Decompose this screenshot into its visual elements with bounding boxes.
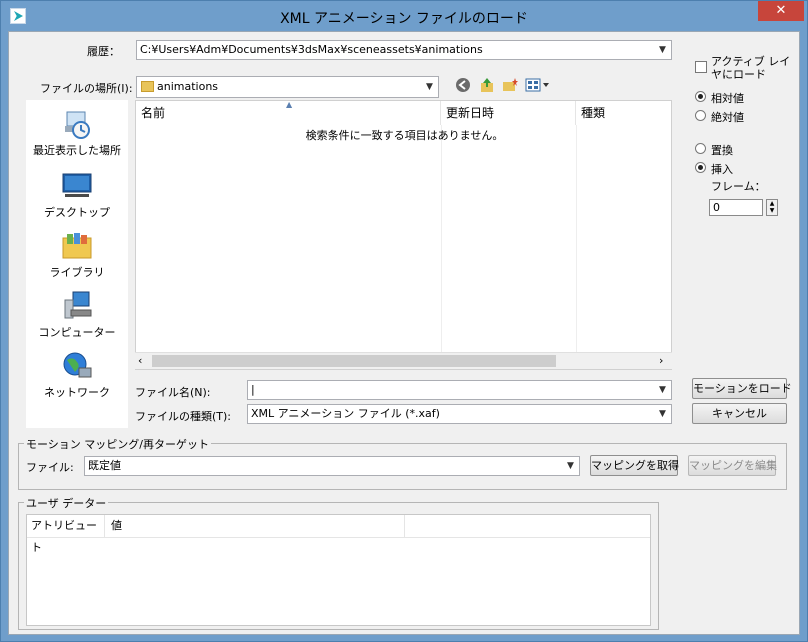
column-type[interactable]: 種類	[576, 101, 673, 125]
userdata-list[interactable]: アトリビュート 値	[26, 514, 651, 626]
userdata-column-attribute[interactable]: アトリビュート	[27, 515, 105, 554]
place-computer[interactable]: コンピューター	[26, 290, 128, 340]
recent-places-icon	[61, 108, 93, 140]
history-label: 履歴：	[87, 45, 120, 58]
network-icon	[61, 350, 93, 382]
place-libraries[interactable]: ライブラリ	[26, 230, 128, 280]
absolute-label: 絶対値	[711, 111, 744, 124]
mapping-file-value: 既定値	[88, 459, 121, 472]
libraries-icon	[61, 230, 93, 262]
load-motion-button[interactable]: モーションをロード	[692, 378, 792, 399]
filetype-combo[interactable]: XML アニメーション ファイル (*.xaf) ▼	[247, 404, 672, 424]
chevron-down-icon[interactable]: ▼	[654, 381, 671, 399]
filename-label: ファイル名(N):	[135, 386, 211, 399]
scrollbar-thumb[interactable]	[152, 355, 556, 367]
place-label: ネットワーク	[44, 386, 110, 399]
place-label: 最近表示した場所	[33, 144, 121, 157]
window-title: XML アニメーション ファイルのロード	[280, 11, 528, 27]
chevron-down-icon[interactable]: ▼	[654, 41, 671, 59]
chevron-down-icon[interactable]: ▼	[562, 457, 579, 475]
cancel-button[interactable]: キャンセル	[692, 403, 787, 424]
relative-label: 相対値	[711, 92, 744, 105]
frame-input[interactable]: 0	[709, 199, 763, 216]
filename-combo[interactable]: | ▼	[247, 380, 672, 400]
file-list[interactable]: 名前 ▲ 更新日時 種類 検索条件に一致する項目はありません。	[135, 100, 672, 370]
place-label: コンピューター	[38, 326, 116, 339]
place-desktop[interactable]: デスクトップ	[26, 170, 128, 220]
dialog-window: XML アニメーション ファイルのロード ✕ 履歴： C:¥Users¥Adm¥…	[0, 0, 808, 642]
absolute-radio[interactable]	[695, 110, 706, 121]
replace-radio[interactable]	[695, 143, 706, 154]
relative-radio[interactable]	[695, 91, 706, 102]
back-icon[interactable]	[455, 77, 471, 93]
column-modified[interactable]: 更新日時	[441, 101, 576, 125]
filetype-value: XML アニメーション ファイル (*.xaf)	[251, 407, 440, 420]
insert-label: 挿入	[711, 163, 733, 176]
desktop-icon	[61, 170, 93, 202]
mapping-file-label: ファイル:	[26, 461, 74, 474]
chevron-right-icon[interactable]: ›	[659, 354, 663, 368]
close-button[interactable]: ✕	[758, 1, 804, 21]
frame-spinner[interactable]: ▲ ▼	[766, 199, 778, 216]
view-menu-icon[interactable]	[525, 77, 551, 93]
active-layer-label: アクティブ レイ ヤにロード	[711, 55, 791, 81]
userdata-group-title: ユーザ データー	[24, 495, 109, 511]
horizontal-scrollbar[interactable]: ‹ ›	[135, 352, 672, 369]
place-network[interactable]: ネットワーク	[26, 350, 128, 400]
insert-radio[interactable]	[695, 162, 706, 173]
up-folder-icon[interactable]	[479, 77, 495, 93]
empty-message: 検索条件に一致する項目はありません。	[305, 129, 504, 142]
chevron-down-icon[interactable]: ▼	[421, 77, 438, 97]
filetype-label: ファイルの種類(T):	[135, 410, 232, 423]
edit-mapping-button: マッピングを編集	[688, 455, 777, 476]
userdata-column-value[interactable]: 値	[105, 515, 405, 537]
sort-ascending-icon: ▲	[286, 100, 293, 109]
spinner-up-icon[interactable]: ▲	[767, 200, 777, 207]
place-label: ライブラリ	[49, 266, 105, 279]
folder-icon	[141, 81, 154, 92]
replace-label: 置換	[711, 144, 733, 157]
chevron-down-icon[interactable]: ▼	[654, 405, 671, 423]
history-value: C:¥Users¥Adm¥Documents¥3dsMax¥sceneasset…	[140, 43, 483, 56]
new-folder-icon[interactable]	[502, 77, 518, 93]
title-bar[interactable]: XML アニメーション ファイルのロード ✕	[1, 1, 807, 31]
lookin-label: ファイルの場所(I):	[40, 82, 133, 95]
history-combo[interactable]: C:¥Users¥Adm¥Documents¥3dsMax¥sceneasset…	[136, 40, 672, 60]
computer-icon	[61, 290, 93, 322]
lookin-combo[interactable]: animations ▼	[136, 76, 439, 98]
places-bar: 最近表示した場所 デスクトップ ライブラリ コンピューター ネットワーク	[26, 100, 128, 428]
get-mapping-button[interactable]: マッピングを取得	[590, 455, 679, 476]
chevron-left-icon[interactable]: ‹	[138, 354, 142, 368]
lookin-value: animations	[157, 80, 219, 93]
filename-value: |	[251, 383, 255, 396]
spinner-down-icon[interactable]: ▼	[767, 207, 777, 214]
place-label: デスクトップ	[44, 206, 110, 219]
mapping-group-title: モーション マッピング/再ターゲット	[24, 436, 211, 452]
mapping-file-combo[interactable]: 既定値 ▼	[84, 456, 580, 476]
place-recent[interactable]: 最近表示した場所	[26, 108, 128, 158]
dialog-client: 履歴： C:¥Users¥Adm¥Documents¥3dsMax¥scenea…	[8, 31, 800, 635]
frame-label: フレーム：	[711, 180, 766, 193]
active-layer-checkbox[interactable]	[695, 61, 707, 73]
